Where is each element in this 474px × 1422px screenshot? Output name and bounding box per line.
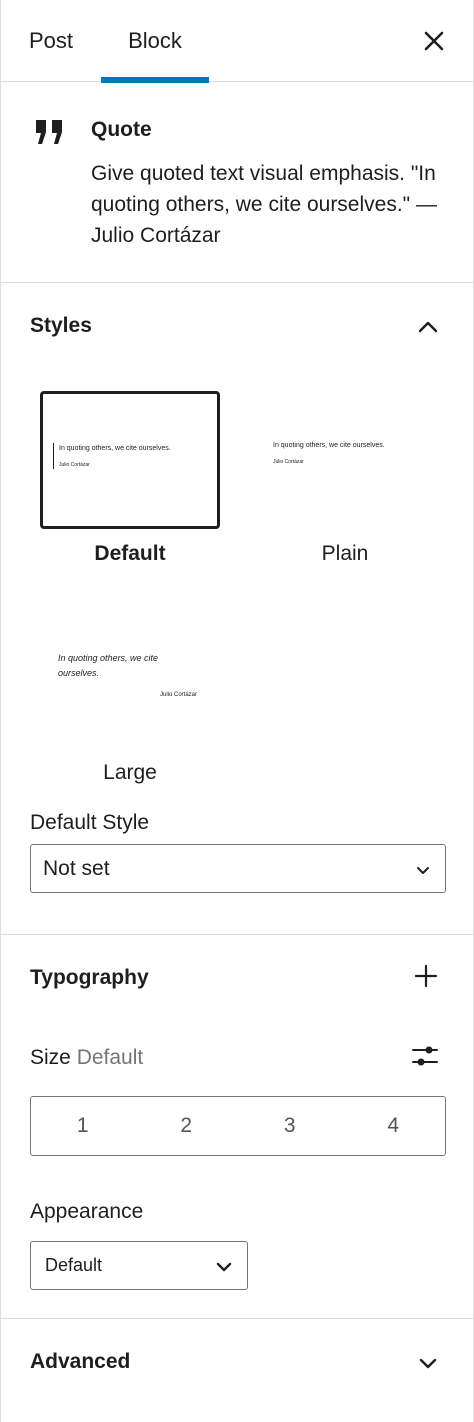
default-style-select[interactable]: Not set xyxy=(30,844,446,893)
preview-cite-text: Julio Cortázar xyxy=(59,462,90,468)
default-style-label: Default Style xyxy=(30,811,150,834)
font-size-current-value: Default xyxy=(76,1046,144,1069)
preview-cite-text: Julio Cortázar xyxy=(160,692,198,698)
appearance-label: Appearance xyxy=(30,1200,144,1223)
appearance-select[interactable]: Default xyxy=(30,1241,248,1290)
font-size-option-3[interactable]: 3 xyxy=(238,1097,342,1155)
style-option-default[interactable]: In quoting others, we cite ourselves. Ju… xyxy=(40,391,220,571)
close-sidebar-button[interactable] xyxy=(419,26,449,56)
block-description: Give quoted text visual emphasis. "In qu… xyxy=(91,162,437,247)
styles-heading: Styles xyxy=(30,314,92,337)
sidebar-tabs: Post Block xyxy=(1,0,474,83)
font-size-option-2[interactable]: 2 xyxy=(135,1097,239,1155)
typography-panel-header: Typography xyxy=(1,935,474,1021)
style-preview-large: In quoting others, we cite ourselves. Ju… xyxy=(40,620,220,758)
chevron-down-icon xyxy=(216,1262,232,1272)
block-settings-sidebar: Post Block Quote Give quoted text visual… xyxy=(0,0,474,1422)
chevron-down-icon xyxy=(419,1358,437,1369)
quote-icon xyxy=(36,120,62,144)
preview-quote-text: In quoting others, we cite ourselves. xyxy=(273,442,385,449)
appearance-value: Default xyxy=(45,1255,103,1275)
custom-size-sliders-icon[interactable] xyxy=(411,1042,439,1070)
preview-quote-bar xyxy=(53,443,54,469)
preview-quote-text-line1: In quoting others, we cite xyxy=(58,653,159,663)
font-size-label-text: Size xyxy=(30,1046,71,1069)
preview-quote-text-line2: ourselves. xyxy=(58,668,100,678)
style-option-plain[interactable]: In quoting others, we cite ourselves. Ju… xyxy=(255,391,435,571)
advanced-heading: Advanced xyxy=(30,1350,131,1373)
tab-post[interactable]: Post xyxy=(1,0,101,82)
block-title: Quote xyxy=(91,118,152,141)
style-label-large: Large xyxy=(103,761,157,784)
typography-heading: Typography xyxy=(30,966,149,989)
advanced-panel-toggle[interactable]: Advanced xyxy=(1,1319,474,1405)
tab-post-label: Post xyxy=(28,28,74,53)
tab-block-label: Block xyxy=(128,28,182,53)
preview-cite-text: Julio Cortázar xyxy=(273,459,304,465)
default-style-value: Not set xyxy=(43,856,110,880)
font-size-option-1[interactable]: 1 xyxy=(31,1097,135,1155)
style-preview-plain: In quoting others, we cite ourselves. Ju… xyxy=(255,391,435,529)
tab-block[interactable]: Block xyxy=(101,0,209,83)
font-size-label: Size Default xyxy=(30,1046,143,1070)
style-label-plain: Plain xyxy=(321,542,369,565)
style-option-large[interactable]: In quoting others, we cite ourselves. Ju… xyxy=(40,620,220,790)
style-label-default: Default xyxy=(94,542,166,565)
chevron-up-icon xyxy=(418,321,438,333)
block-card: Quote Give quoted text visual emphasis. … xyxy=(1,82,474,283)
font-size-toggle-group: 1 2 3 4 xyxy=(30,1096,446,1156)
close-icon xyxy=(424,31,444,51)
plus-icon[interactable] xyxy=(413,963,439,989)
styles-panel-toggle[interactable]: Styles xyxy=(1,283,474,369)
style-preview-default: In quoting others, we cite ourselves. Ju… xyxy=(40,391,220,529)
preview-quote-text: In quoting others, we cite ourselves. xyxy=(59,445,171,452)
font-size-option-4[interactable]: 4 xyxy=(342,1097,446,1155)
chevron-down-icon xyxy=(417,867,429,874)
